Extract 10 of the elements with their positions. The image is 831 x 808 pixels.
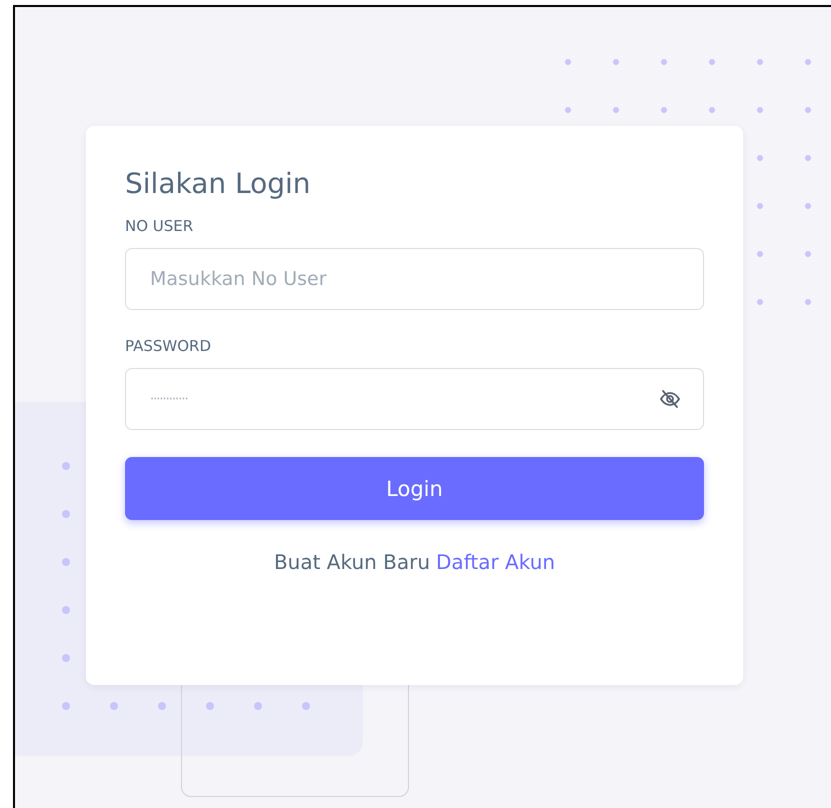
field-label: PASSWORD [125, 336, 212, 356]
register-prompt: Buat Akun Baru [274, 550, 430, 574]
register-link[interactable]: Daftar Akun [436, 550, 556, 574]
field-label: NO USER [125, 216, 194, 236]
password-field[interactable]: ············ [125, 368, 704, 430]
card-title: Silakan Login [125, 166, 312, 202]
eye-slash-icon[interactable] [659, 389, 681, 409]
login-button[interactable]: Login [125, 457, 704, 520]
input-field[interactable]: Masukkan No User [125, 248, 704, 310]
password-value: ············ [150, 392, 188, 406]
